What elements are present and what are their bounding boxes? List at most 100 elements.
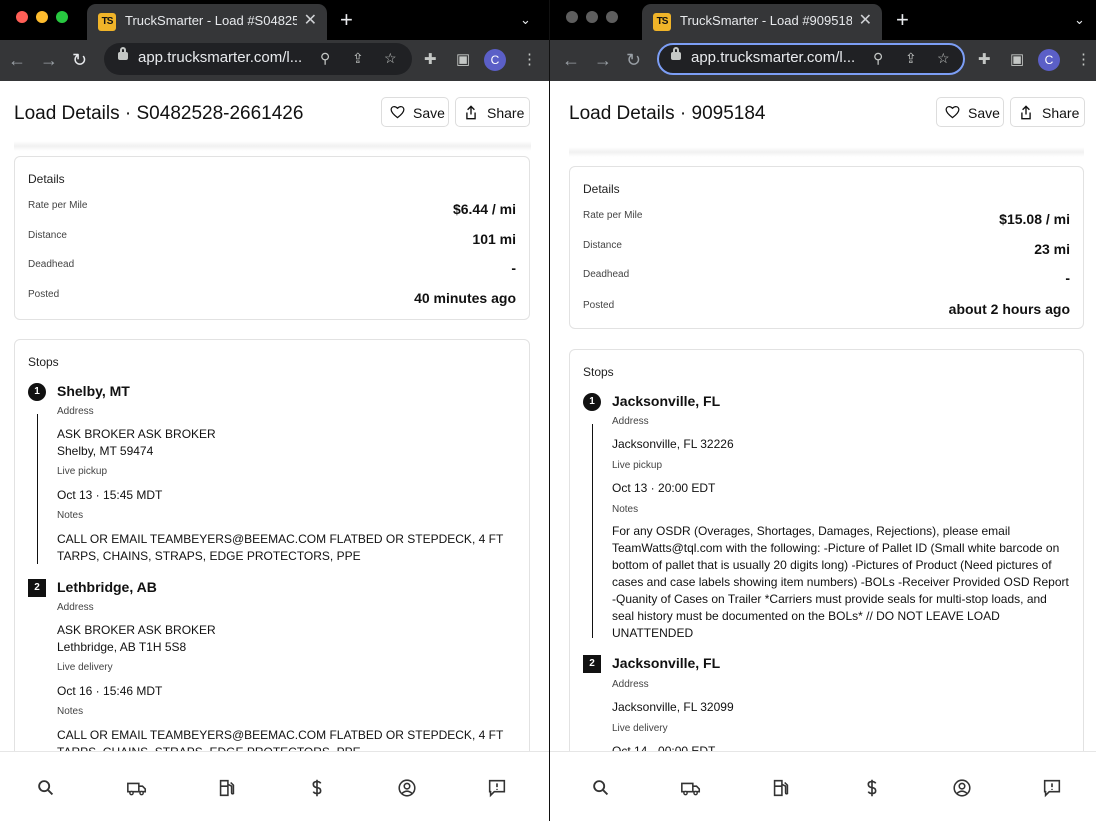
details-card: Details Rate per Mile $15.08 / mi Distan… bbox=[569, 166, 1084, 329]
stops-card: Stops 1 Shelby, MT Address ASK BROKER AS… bbox=[14, 339, 530, 751]
share-page-icon[interactable]: ⇪ bbox=[352, 49, 364, 67]
extensions-icon[interactable]: ✚ bbox=[424, 50, 437, 70]
stops-card: Stops 1 Jacksonville, FL Address Jackson… bbox=[569, 349, 1084, 751]
browser-toolbar: ← → ↻ app.trucksmarter.com/l... ⚲ ⇪ ☆ ✚ … bbox=[550, 40, 1096, 81]
heart-icon bbox=[945, 106, 960, 119]
detail-label: Rate per Mile bbox=[28, 200, 88, 211]
scroll-shadow bbox=[569, 147, 1084, 157]
detail-label: Deadhead bbox=[583, 269, 630, 280]
maximize-window-button[interactable] bbox=[606, 11, 618, 23]
reload-icon[interactable]: ↻ bbox=[72, 46, 87, 74]
stop-time: Oct 13 · 20:00 EDT bbox=[612, 481, 716, 495]
tab-strip: TS TruckSmarter - Load #S04825 ✕ + ⌄ bbox=[0, 0, 549, 40]
zoom-icon[interactable]: ⚲ bbox=[320, 49, 330, 67]
fuel-icon[interactable] bbox=[770, 777, 792, 799]
detail-label: Distance bbox=[28, 230, 67, 241]
details-heading: Details bbox=[28, 172, 65, 186]
share-icon bbox=[466, 105, 476, 120]
detail-value: 40 minutes ago bbox=[414, 290, 516, 306]
stop-number-badge: 1 bbox=[583, 393, 601, 411]
extensions-icon[interactable]: ✚ bbox=[978, 50, 991, 70]
url-text: app.trucksmarter.com/l... bbox=[691, 49, 856, 66]
close-window-button[interactable] bbox=[566, 11, 578, 23]
search-icon[interactable] bbox=[590, 777, 612, 799]
dollar-icon[interactable] bbox=[306, 777, 328, 799]
forward-icon[interactable]: → bbox=[594, 46, 612, 74]
browser-tab[interactable]: TS TruckSmarter - Load #909518 ✕ bbox=[642, 4, 882, 40]
zoom-icon[interactable]: ⚲ bbox=[873, 49, 883, 67]
minimize-window-button[interactable] bbox=[36, 11, 48, 23]
save-button[interactable]: Save bbox=[381, 97, 449, 127]
address-bar[interactable]: app.trucksmarter.com/l... ⚲ ⇪ ☆ bbox=[657, 43, 965, 75]
address-line: Jacksonville, FL 32226 bbox=[612, 437, 734, 451]
new-tab-button[interactable]: + bbox=[896, 6, 909, 34]
detail-label: Deadhead bbox=[28, 259, 75, 270]
stops-heading: Stops bbox=[583, 365, 614, 379]
stop-type-label: Live delivery bbox=[612, 723, 668, 734]
reload-icon[interactable]: ↻ bbox=[626, 46, 641, 74]
tab-search-icon[interactable]: ⌄ bbox=[1074, 6, 1085, 34]
save-label: Save bbox=[968, 105, 1000, 121]
scroll-shadow bbox=[14, 141, 531, 151]
detail-label: Posted bbox=[583, 300, 615, 311]
feedback-icon[interactable] bbox=[486, 777, 508, 799]
account-icon[interactable] bbox=[951, 777, 973, 799]
side-panel-icon[interactable]: ▣ bbox=[456, 50, 470, 70]
menu-icon[interactable]: ⋮ bbox=[522, 50, 537, 70]
detail-row-posted: Posted 40 minutes ago bbox=[28, 289, 516, 309]
browser-tab[interactable]: TS TruckSmarter - Load #S04825 ✕ bbox=[87, 4, 327, 40]
stop-notes: For any OSDR (Overages, Shortages, Damag… bbox=[612, 524, 1069, 640]
stop-connector-line bbox=[592, 424, 593, 638]
stop-type-label: Live delivery bbox=[57, 662, 113, 673]
side-panel-icon[interactable]: ▣ bbox=[1010, 50, 1024, 70]
share-label: Share bbox=[487, 105, 525, 121]
stop-city: Jacksonville, FL bbox=[612, 655, 721, 671]
back-icon[interactable]: ← bbox=[562, 46, 580, 74]
trucksmarter-logo-icon: TS bbox=[98, 13, 116, 31]
notes-label: Notes bbox=[57, 510, 84, 521]
menu-icon[interactable]: ⋮ bbox=[1076, 50, 1091, 70]
search-icon[interactable] bbox=[35, 777, 57, 799]
account-icon[interactable] bbox=[396, 777, 418, 799]
stop-notes: CALL OR EMAIL TEAMBEYERS@BEEMAC.COM FLAT… bbox=[57, 728, 504, 751]
bookmark-star-icon[interactable]: ☆ bbox=[384, 49, 397, 67]
share-page-icon[interactable]: ⇪ bbox=[905, 49, 917, 67]
stops-heading: Stops bbox=[28, 355, 59, 369]
truck-icon[interactable] bbox=[126, 777, 148, 799]
close-tab-icon[interactable]: ✕ bbox=[859, 11, 872, 31]
detail-label: Rate per Mile bbox=[583, 210, 643, 221]
detail-value: $15.08 / mi bbox=[999, 211, 1070, 227]
page-title: Load Details · 9095184 bbox=[569, 103, 766, 124]
bookmark-star-icon[interactable]: ☆ bbox=[937, 49, 950, 67]
detail-row-deadhead: Deadhead - bbox=[583, 269, 1070, 289]
lock-icon bbox=[118, 47, 128, 60]
address-label: Address bbox=[57, 406, 94, 417]
browser-window-left: TS TruckSmarter - Load #S04825 ✕ + ⌄ ← →… bbox=[0, 0, 549, 821]
share-button[interactable]: Share bbox=[455, 97, 530, 127]
forward-icon[interactable]: → bbox=[40, 46, 58, 74]
profile-avatar[interactable]: C bbox=[1038, 49, 1060, 71]
dollar-icon[interactable] bbox=[861, 777, 883, 799]
fuel-icon[interactable] bbox=[216, 777, 238, 799]
profile-avatar[interactable]: C bbox=[484, 49, 506, 71]
close-window-button[interactable] bbox=[16, 11, 28, 23]
tab-title: TruckSmarter - Load #S04825 bbox=[125, 13, 297, 28]
minimize-window-button[interactable] bbox=[586, 11, 598, 23]
share-button[interactable]: Share bbox=[1010, 97, 1085, 127]
new-tab-button[interactable]: + bbox=[340, 6, 353, 34]
save-button[interactable]: Save bbox=[936, 97, 1004, 127]
tab-search-icon[interactable]: ⌄ bbox=[520, 6, 531, 34]
maximize-window-button[interactable] bbox=[56, 11, 68, 23]
lock-icon bbox=[671, 47, 681, 60]
stop-time: Oct 13 · 15:45 MDT bbox=[57, 488, 163, 502]
page-title: Load Details · S0482528-2661426 bbox=[14, 103, 304, 124]
truck-icon[interactable] bbox=[680, 777, 702, 799]
stop-time: Oct 16 · 15:46 MDT bbox=[57, 684, 163, 698]
address-bar[interactable]: app.trucksmarter.com/l... ⚲ ⇪ ☆ bbox=[104, 43, 412, 75]
back-icon[interactable]: ← bbox=[8, 46, 26, 74]
detail-value: 23 mi bbox=[1034, 241, 1070, 257]
feedback-icon[interactable] bbox=[1041, 777, 1063, 799]
stop-number-badge: 2 bbox=[28, 579, 46, 597]
close-tab-icon[interactable]: ✕ bbox=[304, 11, 317, 31]
bottom-navigation bbox=[0, 751, 549, 821]
